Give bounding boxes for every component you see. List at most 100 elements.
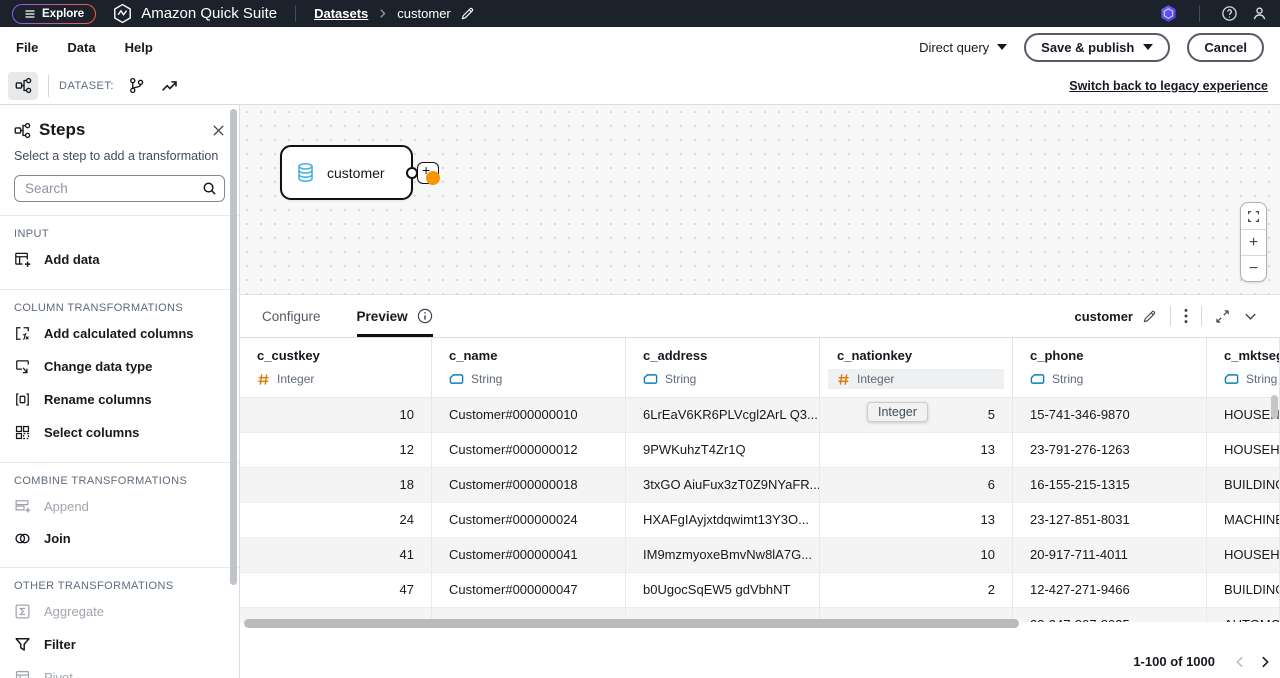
breadcrumb-current: customer — [397, 6, 450, 21]
info-icon[interactable] — [417, 308, 433, 324]
table-vertical-scrollbar[interactable] — [1271, 395, 1278, 419]
steps-icon — [14, 122, 31, 139]
dataset-label: DATASET: — [59, 80, 114, 92]
explore-button[interactable]: Explore — [12, 4, 96, 24]
save-publish-button[interactable]: Save & publish — [1024, 33, 1170, 62]
column-name: c_address — [643, 348, 802, 363]
table-cell: Customer#000000010 — [432, 398, 626, 433]
brand-name: Amazon Quick Suite — [141, 5, 277, 22]
flow-icon — [15, 77, 32, 94]
q-assistant-icon[interactable] — [1159, 4, 1178, 23]
table-cell: HXAFgIAyjxtdqwimt13Y3O... — [626, 503, 820, 538]
brand: Amazon Quick Suite — [112, 3, 277, 24]
caret-down-icon — [997, 44, 1007, 50]
table-cell: AUTOMOBILE — [1207, 608, 1280, 622]
table-row: 47Customer#000000047b0UgocSqEW5 gdVbhNT2… — [240, 573, 1280, 608]
sidebar-item-label: Add calculated columns — [44, 326, 194, 341]
sidebar-scrollbar[interactable] — [230, 109, 237, 585]
column-header-c_address: c_address String — [626, 338, 820, 397]
customer-node[interactable]: customer — [280, 145, 413, 200]
explore-label: Explore — [42, 8, 84, 20]
table-row: 24Customer#000000024HXAFgIAyjxtdqwimt13Y… — [240, 503, 1280, 538]
column-type-badge[interactable]: String — [634, 369, 811, 389]
table-row: 18Customer#0000000183txGO AiuFux3zT0Z9NY… — [240, 468, 1280, 503]
add-step-button[interactable]: + — [417, 162, 439, 184]
tab-configure[interactable]: Configure — [262, 295, 321, 337]
section-label: OTHER TRANSFORMATIONS — [0, 568, 239, 595]
column-name: c_phone — [1030, 348, 1189, 363]
branch-view-icon[interactable] — [128, 77, 145, 94]
table-body: 10Customer#0000000106LrEaV6KR6PLVcgl2ArL… — [240, 398, 1280, 622]
integer-type-icon — [257, 373, 270, 386]
user-icon[interactable] — [1251, 5, 1268, 22]
chevron-right-icon[interactable] — [1258, 655, 1272, 669]
table-cell: Customer#000000012 — [432, 433, 626, 468]
table-cell: 2 — [820, 573, 1013, 608]
query-mode-dropdown[interactable]: Direct query — [919, 40, 1007, 55]
tab-preview-label: Preview — [357, 309, 408, 324]
breadcrumb-datasets-link[interactable]: Datasets — [314, 6, 368, 21]
steps-search-input[interactable] — [14, 175, 225, 202]
sidebar-item-rename-columns[interactable]: Rename columns — [0, 383, 239, 416]
cancel-button[interactable]: Cancel — [1187, 33, 1264, 62]
column-type-label: String — [1246, 372, 1277, 386]
steps-subtitle: Select a step to add a transformation — [14, 149, 225, 163]
steps-panel-toggle-button[interactable] — [8, 72, 38, 100]
column-type-label: Integer — [277, 372, 314, 386]
fit-screen-button[interactable] — [1241, 203, 1266, 229]
sidebar-item-select-columns[interactable]: Select columns — [0, 416, 239, 449]
canvas-zoom-controls: + − — [1240, 202, 1267, 282]
section-label: INPUT — [0, 216, 239, 243]
rename-dataset-pencil-icon[interactable] — [460, 6, 475, 21]
column-type-label: Integer — [857, 372, 894, 386]
tab-preview[interactable]: Preview — [357, 295, 433, 337]
edit-pencil-icon[interactable] — [1142, 309, 1157, 324]
preview-dataset-name: customer — [1074, 309, 1133, 324]
sidebar-item-add-calculated-columns[interactable]: Add calculated columns — [0, 317, 239, 350]
table-horizontal-scrollbar[interactable] — [244, 619, 1019, 628]
sidebar-item-join[interactable]: Join — [0, 523, 239, 554]
section-label: COMBINE TRANSFORMATIONS — [0, 463, 239, 490]
flow-canvas[interactable]: customer + + − — [240, 105, 1280, 295]
help-icon[interactable] — [1221, 5, 1238, 22]
table-cell: 28-347-807-8035 — [1013, 608, 1207, 622]
sidebar-item-filter[interactable]: Filter — [0, 628, 239, 661]
column-type-badge[interactable]: String — [440, 369, 617, 389]
zoom-in-button[interactable]: + — [1241, 229, 1266, 255]
table-cell: 23-791-276-1263 — [1013, 433, 1207, 468]
integer-type-icon — [837, 373, 850, 386]
save-publish-label: Save & publish — [1041, 40, 1134, 55]
table-cell: IM9mzmyoxeBmvNw8lA7G... — [626, 538, 820, 573]
node-label: customer — [327, 165, 385, 181]
search-icon — [202, 181, 217, 196]
preview-tabs-bar: Configure Preview customer — [240, 295, 1280, 338]
string-type-icon — [643, 373, 658, 385]
column-type-badge[interactable]: Integer — [248, 369, 423, 389]
legacy-experience-link[interactable]: Switch back to legacy experience — [1069, 79, 1272, 93]
column-header-c_nationkey: c_nationkeyInteger — [820, 338, 1013, 397]
column-type-badge[interactable]: String — [1215, 369, 1271, 389]
zoom-out-button[interactable]: − — [1241, 255, 1266, 281]
sidebar-item-label: Add data — [44, 252, 100, 267]
breadcrumb-chevron-icon — [377, 8, 388, 19]
menu-file[interactable]: File — [16, 40, 38, 55]
sidebar-item-label: Join — [44, 531, 71, 546]
steps-title: Steps — [39, 120, 85, 140]
collapse-chevron-icon[interactable] — [1243, 309, 1258, 324]
close-icon[interactable] — [212, 124, 225, 137]
table-cell: 12 — [240, 433, 432, 468]
kebab-menu-icon[interactable] — [1184, 308, 1188, 324]
column-type-badge[interactable]: String — [1021, 369, 1198, 389]
table-cell: Customer#000000024 — [432, 503, 626, 538]
topbar-separator-2 — [1199, 5, 1200, 22]
expand-icon[interactable] — [1215, 309, 1230, 324]
sidebar-item-aggregate: Aggregate — [0, 595, 239, 628]
column-type-badge[interactable]: Integer — [828, 369, 1004, 389]
trend-view-icon[interactable] — [161, 77, 178, 94]
menu-help[interactable]: Help — [125, 40, 153, 55]
rename-columns-icon — [14, 391, 31, 408]
sidebar-item-add-data[interactable]: Add data — [0, 243, 239, 276]
sidebar-item-change-data-type[interactable]: Change data type — [0, 350, 239, 383]
menu-data[interactable]: Data — [67, 40, 95, 55]
column-name: c_mktsegment — [1224, 348, 1262, 363]
